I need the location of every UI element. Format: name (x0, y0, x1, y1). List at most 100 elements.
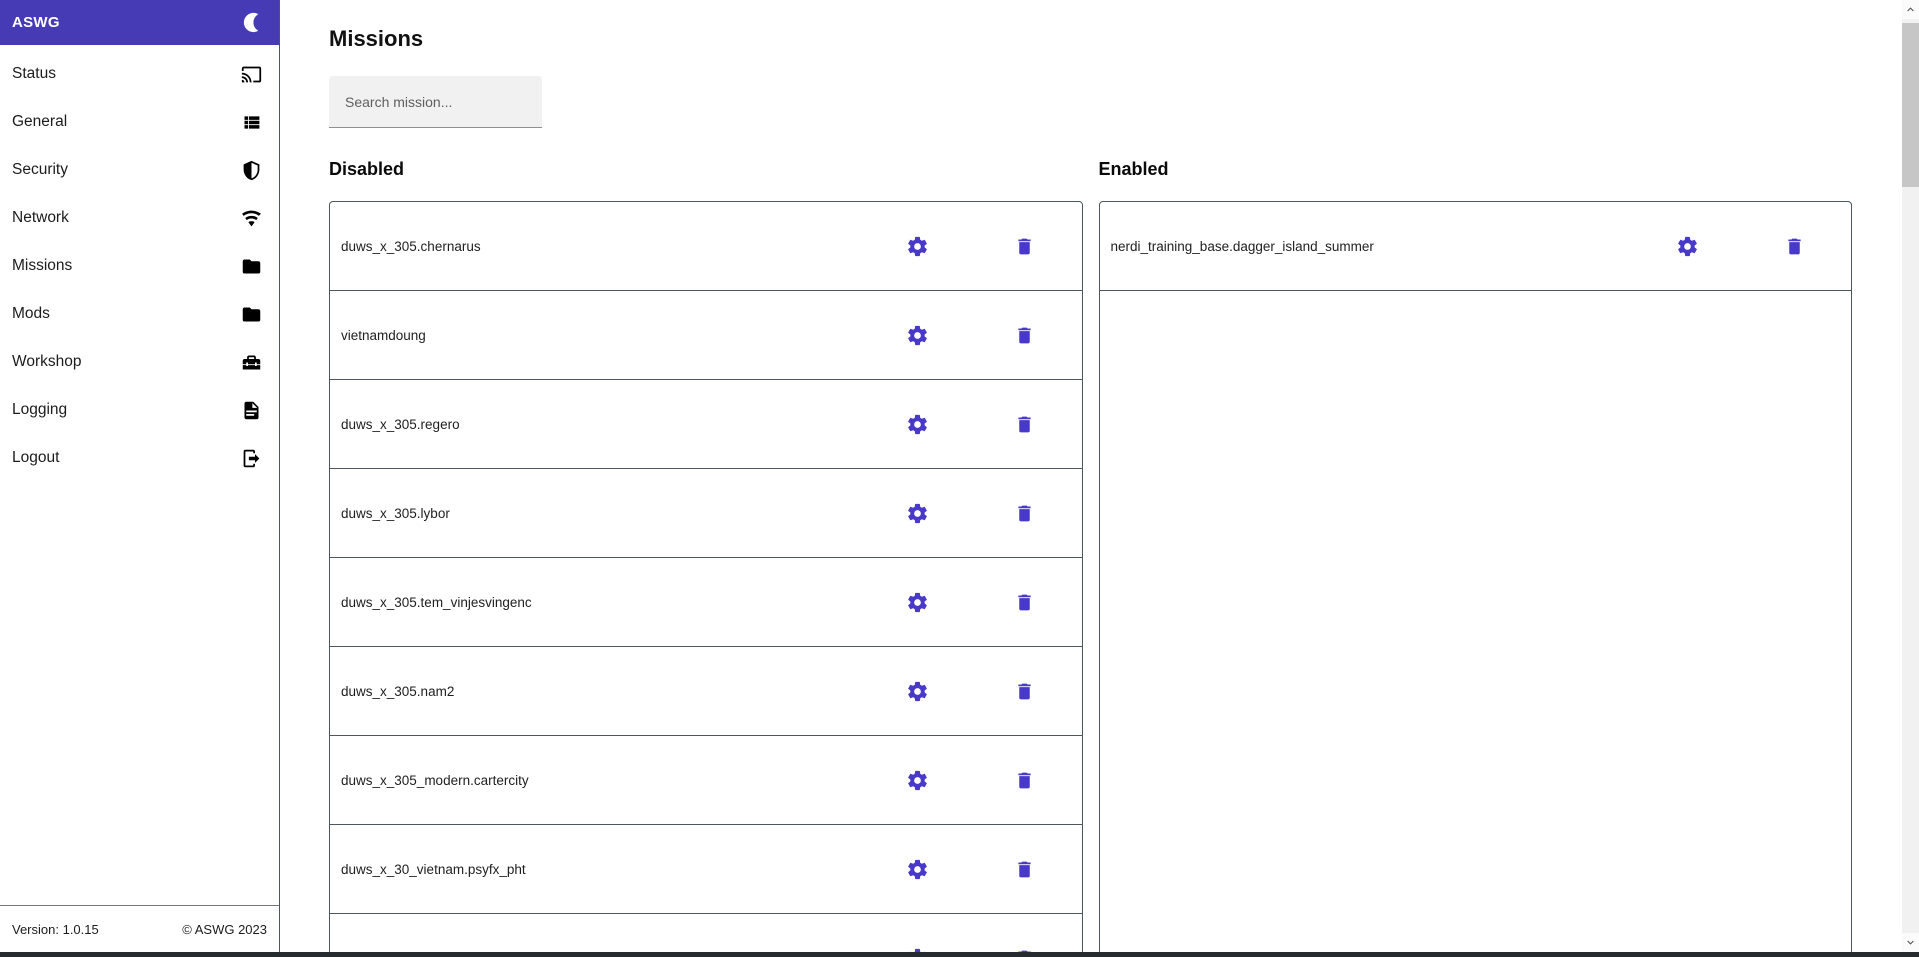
sidebar-item-logging[interactable]: Logging (0, 386, 279, 434)
gear-icon (908, 770, 927, 790)
mission-delete-button[interactable] (1007, 762, 1043, 798)
sidebar-item-missions[interactable]: Missions (0, 242, 279, 290)
sidebar-item-network[interactable]: Network (0, 194, 279, 242)
mission-settings-button[interactable] (900, 673, 936, 709)
scroll-up-button[interactable] (1902, 0, 1919, 19)
trash-icon (1018, 327, 1031, 343)
mission-delete-button[interactable] (1007, 851, 1043, 887)
folder-icon (242, 307, 261, 321)
sidebar-item-label: Mods (12, 305, 50, 322)
mission-delete-button[interactable] (1007, 228, 1043, 264)
shield-icon (243, 160, 260, 180)
sidebar-item-status[interactable]: Status (0, 50, 279, 98)
trash-icon (1018, 772, 1031, 788)
mission-settings-button[interactable] (900, 228, 936, 264)
trash-icon (1018, 594, 1031, 610)
trash-icon (1787, 238, 1801, 254)
mission-delete-button[interactable] (1007, 673, 1043, 709)
mission-delete-button[interactable] (1007, 317, 1043, 353)
mission-settings-button[interactable] (1669, 228, 1705, 264)
enabled-missions-card: nerdi_training_base.dagger_island_summer (1098, 201, 1852, 952)
mission-settings-button[interactable] (900, 940, 936, 952)
mission-delete-button[interactable] (1007, 940, 1043, 952)
sidebar-item-label: Network (12, 209, 69, 226)
sidebar-item-general[interactable]: General (0, 98, 279, 146)
sidebar-footer: Version: 1.0.15 © ASWG 2023 (0, 905, 279, 952)
trash-icon (1018, 861, 1031, 877)
scroll-down-button[interactable] (1902, 933, 1919, 952)
mission-row: duws_x_305.nam2 (330, 647, 1082, 736)
mission-name: duws_x_305.chernarus (341, 238, 481, 254)
gear-icon (908, 236, 927, 256)
dark-mode-toggle[interactable] (237, 9, 265, 37)
mission-row: duws_x_305.regero (330, 380, 1082, 469)
gear-icon (908, 503, 927, 523)
wifi-icon (242, 210, 261, 226)
gear-icon (908, 681, 927, 701)
enabled-heading: Enabled (1098, 159, 1169, 179)
sidebar-item-label: Status (12, 65, 56, 82)
mission-name: duws_x_305.tem_vinjesvingenc (341, 594, 532, 610)
mission-row: duws_x_305.tem_vinjesvingenc (330, 558, 1082, 647)
mission-name: duws_x_305.regero (341, 416, 460, 432)
gear-icon (908, 325, 927, 345)
mission-delete-button[interactable] (1007, 406, 1043, 442)
mission-delete-button[interactable] (1007, 584, 1043, 620)
logout-icon (243, 449, 260, 467)
mission-settings-button[interactable] (900, 851, 936, 887)
chevron-up-icon (1907, 7, 1914, 12)
gear-icon (1677, 236, 1697, 256)
app-title: ASWG (12, 14, 60, 31)
list-icon (244, 115, 260, 129)
mission-name: duws_x_30_vietnam.psyfx_pht (341, 861, 526, 877)
mission-settings-button[interactable] (900, 584, 936, 620)
sidebar-item-mods[interactable]: Mods (0, 290, 279, 338)
gear-icon (908, 859, 927, 879)
mission-row: duws_x_305.lybor (330, 469, 1082, 558)
sidebar-header: ASWG (0, 0, 279, 45)
mission-settings-button[interactable] (900, 495, 936, 531)
sidebar-item-label: Missions (12, 257, 73, 274)
mission-delete-button[interactable] (1776, 228, 1812, 264)
sidebar-item-security[interactable]: Security (0, 146, 279, 194)
document-icon (244, 401, 259, 419)
mission-row: duws_x_30_vietnam.psyfx_pht (330, 825, 1082, 914)
folder-icon (242, 259, 261, 273)
mission-row: vietnamdoung (330, 291, 1082, 380)
cast-icon (241, 66, 262, 82)
window-bottom-edge (0, 952, 1919, 957)
mission-settings-button[interactable] (900, 406, 936, 442)
mission-name: duws_x_305_modern.cartercity (341, 772, 529, 788)
search-input[interactable] (329, 76, 542, 128)
trash-icon (1018, 683, 1031, 699)
vertical-scrollbar[interactable] (1902, 0, 1919, 952)
copyright-text: © ASWG 2023 (182, 921, 267, 937)
sidebar: ASWG Status General Security Network Mission… (0, 0, 280, 952)
disabled-heading: Disabled (329, 159, 405, 179)
chevron-down-icon (1907, 940, 1914, 945)
mission-name: nerdi_training_base.dagger_island_summer (1110, 238, 1374, 254)
scrollbar-thumb[interactable] (1902, 23, 1919, 187)
mission-row: duws_x_305.chernarus (330, 202, 1082, 291)
toolbox-icon (242, 355, 261, 369)
mission-columns: Disabled duws_x_305.chernarus vietnamdoun… (329, 158, 1852, 952)
sidebar-item-label: Logout (12, 449, 60, 466)
sidebar-item-label: Workshop (12, 353, 82, 370)
search-field (329, 76, 542, 128)
sidebar-item-label: Security (12, 161, 68, 178)
main-content: Missions Disabled duws_x_305.chernarusvi… (280, 0, 1902, 952)
sidebar-item-label: Logging (12, 401, 68, 418)
gear-icon (908, 414, 927, 434)
mission-settings-button[interactable] (900, 317, 936, 353)
mission-settings-button[interactable] (900, 762, 936, 798)
gear-icon (908, 592, 927, 612)
mission-name: vietnamdoung (341, 327, 426, 343)
mission-delete-button[interactable] (1007, 495, 1043, 531)
mission-row: liberation_rv.sara (330, 914, 1082, 952)
sidebar-item-workshop[interactable]: Workshop (0, 338, 279, 386)
trash-icon (1018, 238, 1031, 254)
mission-row: duws_x_305_modern.cartercity (330, 736, 1082, 825)
sidebar-item-logout[interactable]: Logout (0, 434, 279, 482)
app-root: ASWG Status General Security Network Mission… (0, 0, 1919, 957)
mission-name: duws_x_305.lybor (341, 505, 450, 521)
